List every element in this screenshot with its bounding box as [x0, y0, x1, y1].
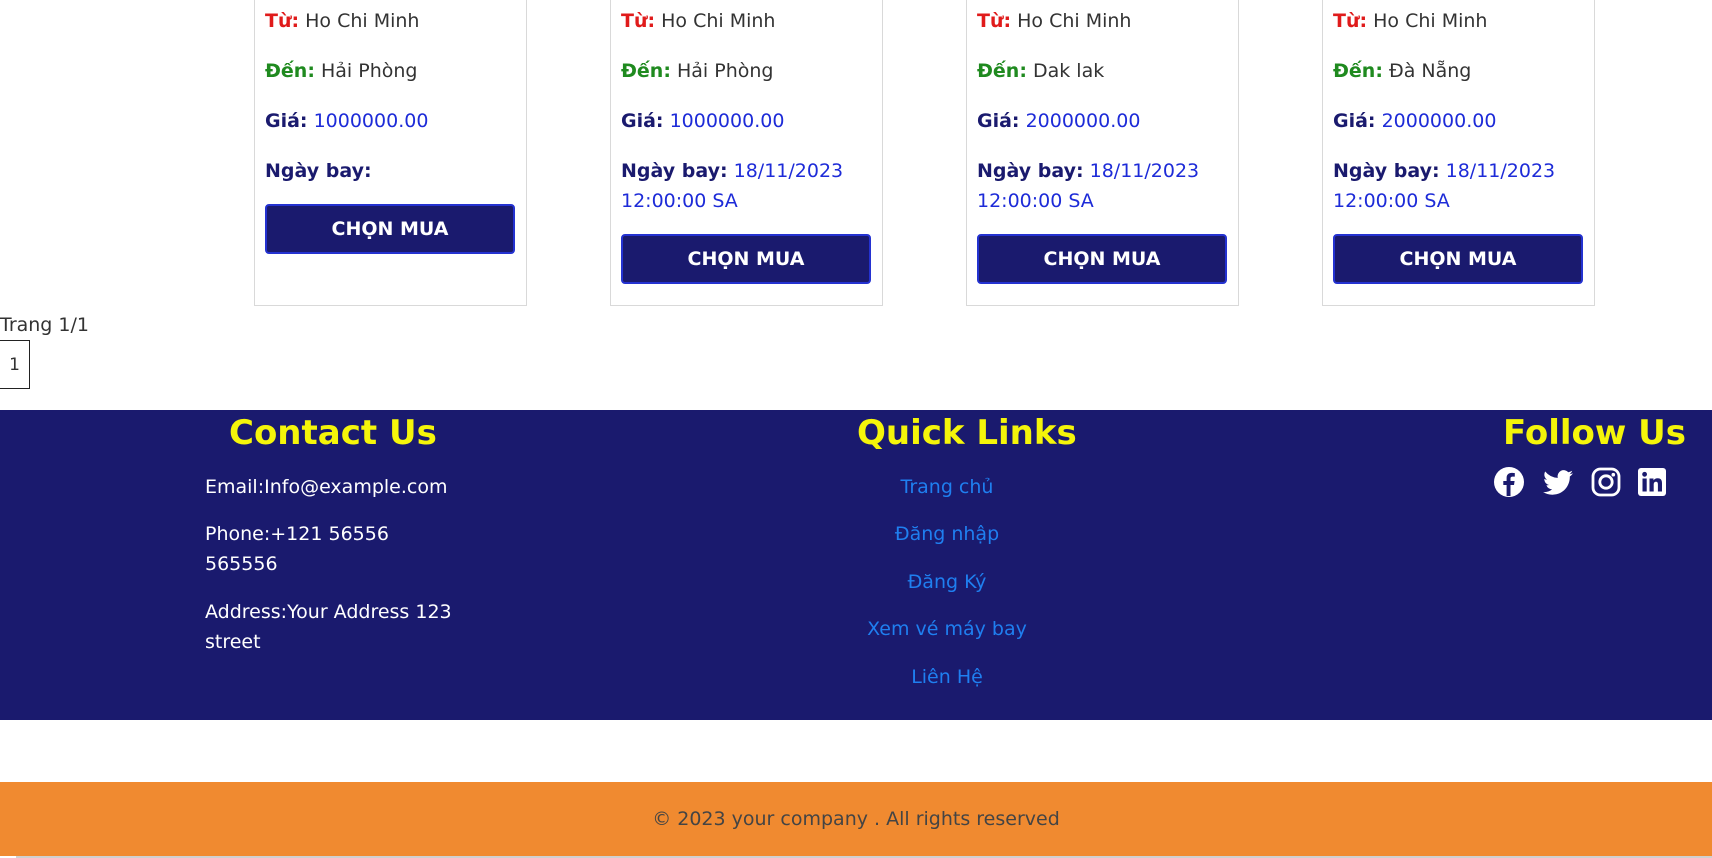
date-label: Ngày bay:	[1333, 160, 1440, 182]
to-value: Hải Phòng	[676, 60, 774, 82]
from-row: Từ: Ho Chi Minh	[265, 6, 525, 36]
from-label: Từ:	[977, 10, 1012, 32]
from-row: Từ: Ho Chi Minh	[621, 6, 881, 36]
price-row: Giá: 2000000.00	[1333, 106, 1593, 136]
date-label: Ngày bay:	[265, 160, 372, 182]
follow-title: Follow Us	[1503, 413, 1686, 453]
facebook-icon[interactable]	[1493, 466, 1525, 498]
to-value: Hải Phòng	[320, 60, 418, 82]
to-row: Đến: Dak lak	[977, 56, 1237, 86]
price-row: Giá: 1000000.00	[621, 106, 881, 136]
copyright-bar: © 2023 your company . All rights reserve…	[0, 782, 1712, 856]
buy-button[interactable]: CHỌN MUA	[977, 234, 1227, 284]
date-row: Ngày bay:	[265, 156, 525, 186]
to-row: Đến: Hải Phòng	[621, 56, 881, 86]
date-row: Ngày bay: 18/11/2023 12:00:00 SA	[1333, 156, 1593, 216]
from-row: Từ: Ho Chi Minh	[1333, 6, 1593, 36]
from-value: Ho Chi Minh	[1373, 10, 1488, 32]
date-row: Ngày bay: 18/11/2023 12:00:00 SA	[621, 156, 881, 216]
from-label: Từ:	[265, 10, 300, 32]
ticket-list: Từ: Ho Chi Minh Đến: Hải Phòng Giá: 1000…	[0, 0, 1712, 310]
price-label: Giá:	[265, 110, 308, 132]
link-contact[interactable]: Liên Hệ	[747, 662, 1147, 692]
to-value: Đà Nẵng	[1388, 60, 1472, 82]
link-view-tickets[interactable]: Xem vé máy bay	[747, 614, 1147, 644]
contact-phone: Phone:+121 56556 565556	[205, 523, 389, 575]
contact-email: Email:Info@example.com	[205, 476, 448, 498]
buy-button[interactable]: CHỌN MUA	[265, 204, 515, 254]
buy-button[interactable]: CHỌN MUA	[1333, 234, 1583, 284]
page-button-1[interactable]: 1	[0, 340, 30, 389]
ticket-card: Từ: Ho Chi Minh Đến: Hải Phòng Giá: 1000…	[610, 0, 883, 306]
to-row: Đến: Đà Nẵng	[1333, 56, 1593, 86]
page-info: Trang 1/1	[0, 314, 89, 336]
to-label: Đến:	[621, 60, 671, 82]
price-value: 2000000.00	[1025, 110, 1141, 132]
contact-title: Contact Us	[229, 413, 437, 453]
footer: Contact Us Email:Info@example.com Phone:…	[0, 410, 1712, 720]
instagram-icon[interactable]	[1590, 466, 1622, 498]
to-value: Dak lak	[1032, 60, 1105, 82]
price-label: Giá:	[1333, 110, 1376, 132]
link-login[interactable]: Đăng nhập	[747, 519, 1147, 549]
price-value: 1000000.00	[313, 110, 429, 132]
ticket-card: Từ: Ho Chi Minh Đến: Đà Nẵng Giá: 200000…	[1322, 0, 1595, 306]
price-row: Giá: 1000000.00	[265, 106, 525, 136]
from-value: Ho Chi Minh	[305, 10, 420, 32]
to-row: Đến: Hải Phòng	[265, 56, 525, 86]
price-value: 1000000.00	[669, 110, 785, 132]
to-label: Đến:	[977, 60, 1027, 82]
price-value: 2000000.00	[1381, 110, 1497, 132]
from-value: Ho Chi Minh	[1017, 10, 1132, 32]
price-row: Giá: 2000000.00	[977, 106, 1237, 136]
to-label: Đến:	[265, 60, 315, 82]
date-label: Ngày bay:	[621, 160, 728, 182]
date-row: Ngày bay: 18/11/2023 12:00:00 SA	[977, 156, 1237, 216]
link-home[interactable]: Trang chủ	[747, 472, 1147, 502]
buy-button[interactable]: CHỌN MUA	[621, 234, 871, 284]
quick-links-title: Quick Links	[857, 413, 1077, 453]
from-value: Ho Chi Minh	[661, 10, 776, 32]
contact-address: Address:Your Address 123 street	[205, 601, 452, 653]
date-label: Ngày bay:	[977, 160, 1084, 182]
from-label: Từ:	[621, 10, 656, 32]
from-label: Từ:	[1333, 10, 1368, 32]
price-label: Giá:	[977, 110, 1020, 132]
ticket-card: Từ: Ho Chi Minh Đến: Hải Phòng Giá: 1000…	[254, 0, 527, 306]
twitter-icon[interactable]	[1542, 466, 1574, 498]
copyright-text: © 2023 your company . All rights reserve…	[652, 808, 1060, 830]
price-label: Giá:	[621, 110, 664, 132]
link-register[interactable]: Đăng Ký	[747, 567, 1147, 597]
ticket-card: Từ: Ho Chi Minh Đến: Dak lak Giá: 200000…	[966, 0, 1239, 306]
to-label: Đến:	[1333, 60, 1383, 82]
from-row: Từ: Ho Chi Minh	[977, 6, 1237, 36]
linkedin-icon[interactable]	[1636, 466, 1668, 498]
